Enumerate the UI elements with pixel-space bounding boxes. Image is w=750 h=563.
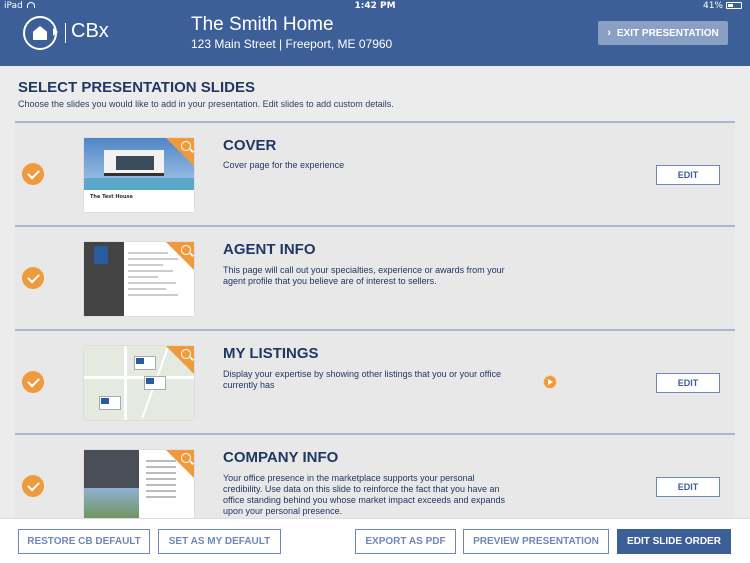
exit-presentation-label: EXIT PRESENTATION xyxy=(616,27,719,39)
slide-thumbnail-cover[interactable]: The Test House xyxy=(84,138,194,212)
status-bar: iPad 1:42 PM 41% xyxy=(0,0,750,14)
thumbnail-caption: The Test House xyxy=(90,194,133,200)
slide-description: Cover page for the experience xyxy=(223,160,345,170)
logo-divider xyxy=(65,23,66,43)
checkmark-icon[interactable] xyxy=(22,163,44,185)
edit-slide-order-button[interactable]: EDIT SLIDE ORDER xyxy=(617,529,731,554)
footer-bar: RESTORE CB DEFAULT SET AS MY DEFAULT EXP… xyxy=(0,518,750,563)
home-address: 123 Main Street | Freeport, ME 07960 xyxy=(191,37,393,51)
preview-presentation-button[interactable]: PREVIEW PRESENTATION xyxy=(463,529,609,554)
zoom-icon[interactable] xyxy=(181,349,191,359)
zoom-icon[interactable] xyxy=(181,245,191,255)
edit-button[interactable]: EDIT xyxy=(656,373,720,393)
slide-row-my-listings[interactable]: MY LISTINGS Display your expertise by sh… xyxy=(15,329,735,433)
cbx-logo-icon xyxy=(23,16,58,50)
slide-row-cover[interactable]: The Test House COVER Cover page for the … xyxy=(15,121,735,225)
status-time: 1:42 PM xyxy=(354,1,396,11)
slide-title: COMPANY INFO xyxy=(223,449,339,466)
set-as-default-button[interactable]: SET AS MY DEFAULT xyxy=(158,529,281,554)
checkmark-icon[interactable] xyxy=(22,267,44,289)
section-subtitle: Choose the slides you would like to add … xyxy=(18,99,394,109)
restore-default-button[interactable]: RESTORE CB DEFAULT xyxy=(18,529,150,554)
slide-description: Your office presence in the marketplace … xyxy=(223,473,506,516)
home-title: The Smith Home xyxy=(191,14,334,35)
slide-description: Display your expertise by showing other … xyxy=(223,369,501,390)
slide-title: COVER xyxy=(223,137,277,154)
slide-thumbnail-my-listings[interactable] xyxy=(84,346,194,420)
slide-title: AGENT INFO xyxy=(223,241,316,258)
export-pdf-button[interactable]: EXPORT AS PDF xyxy=(355,529,456,554)
checkmark-icon[interactable] xyxy=(22,475,44,497)
logo-text: CBx xyxy=(71,20,109,42)
slide-row-agent-info[interactable]: AGENT INFO This page will call out your … xyxy=(15,225,735,329)
exit-presentation-button[interactable]: › EXIT PRESENTATION xyxy=(598,21,728,45)
edit-button[interactable]: EDIT xyxy=(656,477,720,497)
battery-status: 41% xyxy=(703,1,742,11)
slide-description: This page will call out your specialties… xyxy=(223,265,505,286)
checkmark-icon[interactable] xyxy=(22,371,44,393)
slides-list[interactable]: The Test House COVER Cover page for the … xyxy=(15,121,735,518)
edit-button[interactable]: EDIT xyxy=(656,165,720,185)
zoom-icon[interactable] xyxy=(181,453,191,463)
slide-thumbnail-agent-info[interactable] xyxy=(84,242,194,316)
battery-icon xyxy=(726,2,742,9)
app-header: iPad 1:42 PM 41% CBx The Smith Home 123 … xyxy=(0,0,750,66)
play-icon[interactable] xyxy=(543,375,557,389)
zoom-icon[interactable] xyxy=(181,141,191,151)
section-title: SELECT PRESENTATION SLIDES xyxy=(18,79,255,96)
slide-title: MY LISTINGS xyxy=(223,345,319,362)
chevron-right-icon: › xyxy=(607,27,611,39)
slide-row-company-info[interactable]: COMPANY INFO Your office presence in the… xyxy=(15,433,735,518)
slide-thumbnail-company-info[interactable] xyxy=(84,450,194,518)
